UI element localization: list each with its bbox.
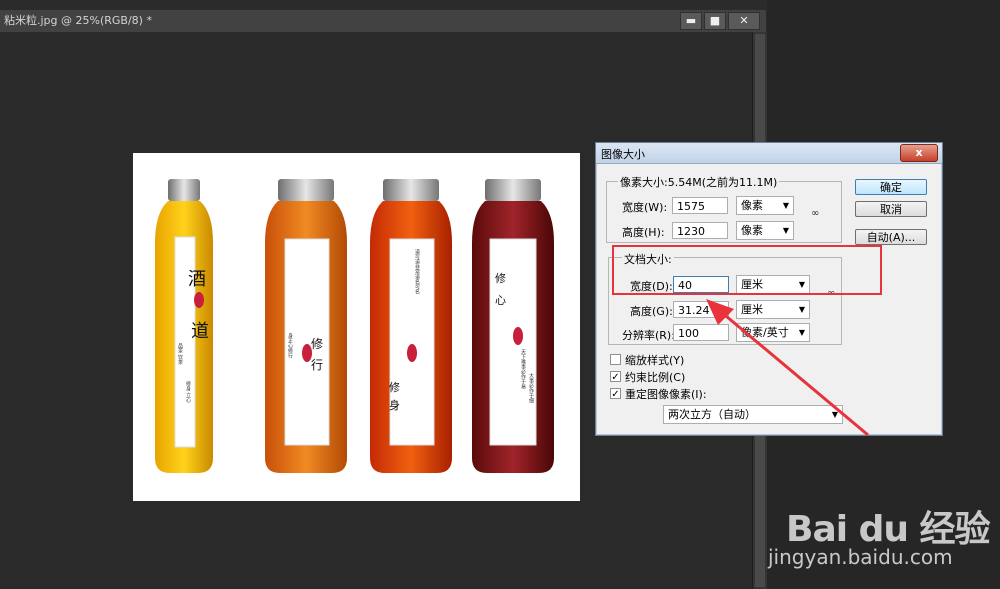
- bottle1-small1: 品茶 饮茶: [177, 343, 183, 365]
- dialog-titlebar[interactable]: 图像大小 x: [596, 143, 942, 164]
- resample-checkbox[interactable]: ✓: [610, 388, 621, 400]
- bottle3-char1: 修: [389, 381, 400, 394]
- highlight-box: [612, 245, 882, 295]
- pixel-width-label: 宽度(W):: [622, 201, 668, 214]
- chevron-down-icon: ▼: [782, 201, 789, 210]
- checkmark-icon: ✓: [611, 389, 620, 400]
- bottle4-small2: 大事必作于细: [528, 373, 534, 403]
- pixel-height-label: 高度(H):: [622, 226, 665, 239]
- pixel-width-unit: 像素: [741, 199, 763, 212]
- checkmark-icon: ✓: [611, 372, 620, 383]
- resample-label: 重定图像像素(I):: [625, 388, 707, 401]
- chevron-down-icon: ▼: [782, 226, 789, 235]
- pixel-height-unit: 像素: [741, 224, 763, 237]
- bottle1-small2: 修身 立心: [185, 381, 191, 403]
- bottle2-small1: 身正心修行: [287, 333, 293, 358]
- bottle1-char1: 酒: [188, 269, 206, 290]
- minimize-button[interactable]: ▬: [680, 12, 702, 30]
- document-titlebar: 粘米粒.jpg @ 25%(RGB/8) * ▬ ■ ✕: [0, 10, 766, 32]
- bottle2-char1: 修: [311, 337, 324, 351]
- doc-height-label: 高度(G):: [630, 305, 673, 318]
- resolution-label: 分辨率(R):: [622, 329, 675, 342]
- constrain-proportions-checkbox[interactable]: ✓: [610, 371, 621, 383]
- bottle4-char1: 修: [495, 272, 506, 285]
- bottle2-char2: 行: [311, 358, 324, 372]
- ok-button[interactable]: 确定: [855, 179, 927, 195]
- auto-button[interactable]: 自动(A)...: [855, 229, 927, 245]
- pixel-height-unit-select[interactable]: 像素 ▼: [736, 221, 794, 240]
- bottle-dark-red: [472, 179, 554, 473]
- scale-styles-label: 缩放样式(Y): [625, 354, 685, 367]
- bottle3-small1: 道可道非常道名可名: [414, 249, 420, 294]
- image-canvas: 酒 道 品茶 饮茶 修身 立心 修 行 身正心修行 修 身 道可道非常道名可名 …: [133, 153, 580, 501]
- annotation-arrow: [706, 299, 869, 437]
- pixel-dimensions-legend: 像素大小:5.54M(之前为11.1M): [618, 174, 780, 190]
- constrain-proportions-label: 约束比例(C): [625, 371, 686, 384]
- close-window-button[interactable]: ✕: [728, 12, 760, 30]
- bottle4-small1: 天下难事必作于易: [520, 349, 526, 389]
- bottle3-char2: 身: [389, 399, 400, 412]
- baidu-watermark-url: jingyan.baidu.com: [768, 545, 953, 569]
- dialog-close-button[interactable]: x: [900, 144, 938, 162]
- bottle4-char2: 心: [495, 294, 506, 307]
- bottle-orange: [265, 179, 347, 473]
- bottle1-char2: 道: [191, 321, 209, 342]
- pixel-width-input[interactable]: 1575: [672, 197, 728, 214]
- cancel-button[interactable]: 取消: [855, 201, 927, 217]
- pixel-height-input[interactable]: 1230: [672, 222, 728, 239]
- document-title: 粘米粒.jpg @ 25%(RGB/8) *: [4, 14, 152, 27]
- scale-styles-checkbox[interactable]: [610, 354, 621, 365]
- maximize-button[interactable]: ■: [704, 12, 726, 30]
- bottle-red-orange: [370, 179, 452, 473]
- dialog-title: 图像大小: [601, 148, 645, 161]
- pixel-width-unit-select[interactable]: 像素 ▼: [736, 196, 794, 215]
- link-icon: ∞: [811, 208, 820, 219]
